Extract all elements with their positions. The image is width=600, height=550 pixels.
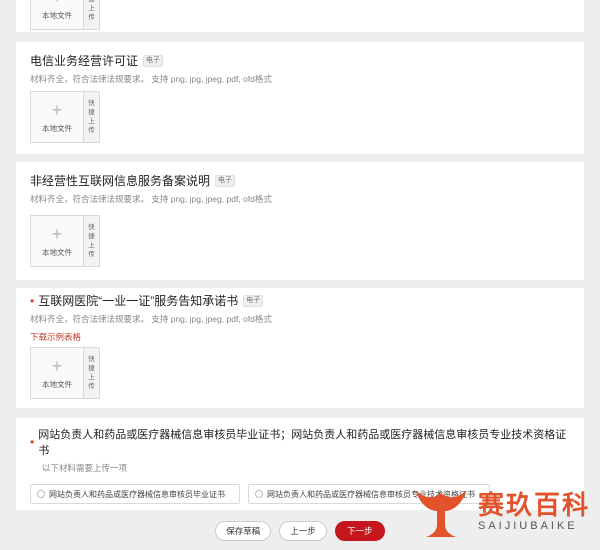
- local-file-upload-button[interactable]: + 本地文件: [30, 91, 84, 143]
- save-draft-button[interactable]: 保存草稿: [215, 521, 272, 541]
- brand-name-en: SAIJIUBAIKE: [478, 520, 578, 532]
- upload-label: 本地文件: [42, 379, 72, 389]
- upload-label: 本地文件: [42, 10, 72, 20]
- form-page: + 本地文件 快捷上传 电信业务经营许可证 电子 材料齐全，符合法律法规要求。 …: [16, 0, 584, 550]
- radio-option-label: 网站负责人和药品或医疗器械信息审核员毕业证书: [49, 489, 225, 499]
- upload-card-partial: + 本地文件 快捷上传: [16, 0, 584, 32]
- section-hint: 材料齐全，符合法律法规要求。 支持 png, jpg, jpeg, pdf, o…: [30, 74, 272, 84]
- quick-upload-button[interactable]: 快捷上传: [84, 91, 100, 143]
- section-title-row: • 网站负责人和药品或医疗器械信息审核员毕业证书；网站负责人和药品或医疗器械信息…: [30, 426, 570, 458]
- section-hint: 材料齐全，符合法律法规要求。 支持 png, jpg, jpeg, pdf, o…: [30, 314, 272, 324]
- upload-card-telecom-license: 电信业务经营许可证 电子 材料齐全，符合法律法规要求。 支持 png, jpg,…: [16, 42, 584, 154]
- quick-upload-button[interactable]: 快捷上传: [84, 215, 100, 267]
- electronic-tag: 电子: [215, 174, 236, 187]
- next-step-button[interactable]: 下一步: [334, 521, 385, 541]
- plus-icon: +: [51, 223, 63, 244]
- upload-area: + 本地文件 快捷上传: [30, 347, 570, 399]
- electronic-tag: 电子: [143, 54, 164, 67]
- upload-label: 本地文件: [42, 123, 72, 133]
- upload-area: + 本地文件 快捷上传: [30, 0, 570, 30]
- upload-area: + 本地文件 快捷上传: [30, 215, 570, 267]
- required-mark: •: [30, 435, 35, 449]
- section-title-row: 非经营性互联网信息服务备案说明 电子: [30, 172, 570, 189]
- section-title: 网站负责人和药品或医疗器械信息审核员毕业证书；网站负责人和药品或医疗器械信息审核…: [38, 429, 567, 457]
- radio-circle-icon: [255, 490, 263, 498]
- section-title-row: • 互联网医院“一业一证”服务告知承诺书 电子: [30, 292, 570, 309]
- quick-upload-button[interactable]: 快捷上传: [84, 0, 100, 30]
- upload-label: 本地文件: [42, 247, 72, 257]
- upload-area: + 本地文件 快捷上传: [30, 91, 570, 143]
- section-title: 电信业务经营许可证: [30, 54, 139, 68]
- section-title: 互联网医院“一业一证”服务告知承诺书: [38, 294, 239, 308]
- previous-step-button[interactable]: 上一步: [279, 521, 327, 541]
- section-title: 非经营性互联网信息服务备案说明: [30, 174, 211, 188]
- radio-option-graduation-certificate[interactable]: 网站负责人和药品或医疗器械信息审核员毕业证书: [30, 484, 240, 504]
- plus-icon: +: [51, 355, 63, 376]
- local-file-upload-button[interactable]: + 本地文件: [30, 215, 84, 267]
- electronic-tag: 电子: [243, 294, 264, 307]
- whale-tail-logo-icon: [416, 491, 466, 537]
- download-sample-link[interactable]: 下载示例表格: [30, 331, 570, 343]
- brand-name-cn: 赛玖百科: [478, 490, 591, 520]
- upload-card-filing-statement: 非经营性互联网信息服务备案说明 电子 材料齐全，符合法律法规要求。 支持 png…: [16, 162, 584, 280]
- plus-icon: +: [52, 0, 63, 6]
- quick-upload-button[interactable]: 快捷上传: [84, 347, 100, 399]
- local-file-upload-button[interactable]: + 本地文件: [30, 0, 84, 30]
- radio-circle-icon: [37, 490, 45, 498]
- upload-card-commitment-letter: • 互联网医院“一业一证”服务告知承诺书 电子 材料齐全，符合法律法规要求。 支…: [16, 288, 584, 408]
- section-title-row: 电信业务经营许可证 电子: [30, 52, 570, 69]
- local-file-upload-button[interactable]: + 本地文件: [30, 347, 84, 399]
- section-hint: 材料齐全，符合法律法规要求。 支持 png, jpg, jpeg, pdf, o…: [30, 194, 272, 204]
- required-mark: •: [30, 293, 35, 308]
- brand-watermark: 赛玖百科 SAIJIUBAIKE: [412, 472, 600, 550]
- plus-icon: +: [51, 99, 63, 120]
